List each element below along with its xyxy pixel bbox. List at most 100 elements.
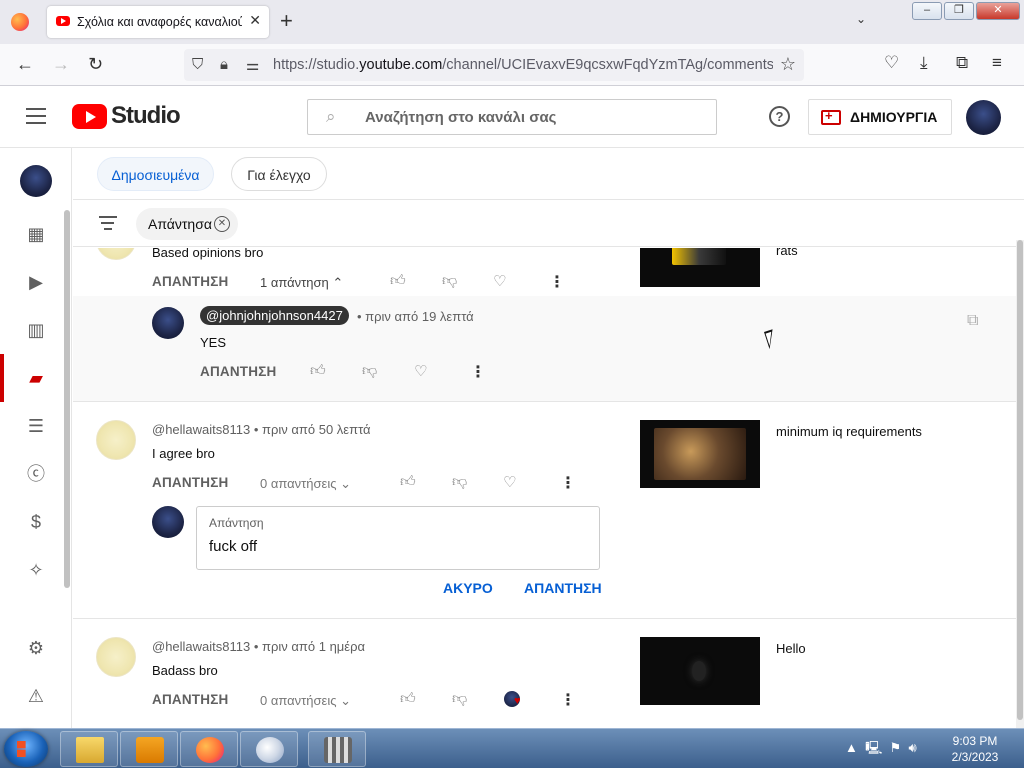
- url-bar[interactable]: ⛉ 🔒︎ ⚌ https://studio.youtube.com/channe…: [184, 49, 804, 81]
- submit-reply-button[interactable]: ΑΠΑΝΤΗΣΗ: [524, 580, 602, 596]
- bookmark-star-icon[interactable]: ☆: [780, 54, 796, 75]
- sidebar-item-feedback[interactable]: ⚠: [0, 672, 72, 720]
- taskbar-movie-maker[interactable]: [308, 731, 366, 767]
- open-external-icon[interactable]: ⧉: [967, 312, 978, 330]
- more-options-icon[interactable]: ⋮: [470, 362, 486, 382]
- reply-button[interactable]: ΑΠΑΝΤΗΣΗ: [152, 475, 228, 490]
- video-title[interactable]: Hello: [776, 641, 806, 656]
- heart-icon[interactable]: ♡: [414, 362, 427, 380]
- dislike-icon[interactable]: 👎︎: [452, 473, 467, 491]
- replies-toggle[interactable]: 0 απαντήσεις ⌄: [260, 693, 351, 709]
- tab-review[interactable]: Για έλεγχο: [231, 157, 327, 191]
- tab-list-chevron-icon[interactable]: ⌄: [856, 12, 866, 26]
- reply-input-value[interactable]: fuck off: [209, 538, 257, 555]
- video-thumbnail[interactable]: [640, 420, 760, 488]
- reply-button[interactable]: ΑΠΑΝΤΗΣΗ: [200, 364, 276, 379]
- video-title[interactable]: minimum iq requirements: [776, 424, 922, 439]
- filter-chip[interactable]: Απάντησα ✕: [136, 208, 238, 240]
- channel-search-input[interactable]: ⌕ Αναζήτηση στο κανάλι σας: [307, 99, 717, 135]
- cancel-button[interactable]: ΑΚΥΡΟ: [443, 580, 493, 596]
- dislike-icon[interactable]: 👎︎: [442, 272, 457, 290]
- taskbar-explorer[interactable]: [60, 731, 118, 767]
- video-thumbnail[interactable]: [640, 248, 760, 287]
- heart-icon[interactable]: ♡: [493, 272, 506, 290]
- more-options-icon[interactable]: ⋮: [549, 272, 565, 292]
- extensions-icon[interactable]: ⧉: [956, 53, 968, 73]
- comment-text: I agree bro: [152, 446, 215, 461]
- replies-toggle[interactable]: 0 απαντήσεις ⌄: [260, 476, 351, 492]
- hamburger-menu-icon[interactable]: [26, 108, 46, 124]
- remove-filter-icon[interactable]: ✕: [214, 216, 230, 232]
- more-options-icon[interactable]: ⋮: [560, 690, 576, 710]
- start-button[interactable]: [4, 731, 48, 767]
- tab-close-icon[interactable]: ✕: [249, 12, 261, 29]
- help-icon[interactable]: ?: [769, 106, 790, 127]
- sidebar-item-earn[interactable]: $: [0, 498, 72, 546]
- like-icon[interactable]: 👍︎: [390, 272, 406, 290]
- more-options-icon[interactable]: ⋮: [560, 473, 576, 493]
- dislike-icon[interactable]: 👎︎: [362, 362, 377, 380]
- sidebar-item-dashboard[interactable]: ▦: [0, 210, 72, 258]
- reply-avatar[interactable]: [152, 307, 184, 339]
- sidebar-item-customization[interactable]: ✧: [0, 546, 72, 594]
- taskbar-clock[interactable]: 9:03 PM 2/3/2023: [940, 733, 1010, 765]
- create-video-icon: [821, 108, 841, 125]
- reload-icon[interactable]: ↻: [88, 54, 103, 74]
- page-scrollbar[interactable]: [1016, 240, 1024, 728]
- reply-input[interactable]: Απάντηση fuck off: [196, 506, 600, 570]
- replies-toggle[interactable]: 1 απάντηση ⌃: [260, 275, 343, 291]
- permissions-icon[interactable]: ⚌: [246, 56, 259, 74]
- comment-avatar[interactable]: [96, 248, 136, 260]
- browser-tab[interactable]: Σχόλια και αναφορές καναλιού ✕: [47, 6, 269, 38]
- sidebar-item-content[interactable]: ▶: [0, 258, 72, 306]
- create-button[interactable]: ΔΗΜΙΟΥΡΓΙΑ: [808, 99, 952, 135]
- sidebar-item-copyright[interactable]: ⓒ: [0, 450, 72, 498]
- comment-avatar[interactable]: [96, 420, 136, 460]
- sidebar-item-subtitles[interactable]: ☰: [0, 402, 72, 450]
- video-title[interactable]: rats: [776, 248, 798, 258]
- system-tray[interactable]: ▲ 🖳 ⚑ 🔊︎: [845, 739, 917, 761]
- lock-icon[interactable]: 🔒︎: [220, 56, 228, 73]
- menu-icon[interactable]: ≡: [992, 53, 1002, 73]
- url-text[interactable]: https://studio.youtube.com/channel/UCIEv…: [273, 57, 773, 73]
- sidebar-item-analytics[interactable]: ▥: [0, 306, 72, 354]
- new-tab-button[interactable]: +: [280, 9, 293, 33]
- media-player-icon: [136, 737, 164, 763]
- sidebar-scrollbar[interactable]: [64, 210, 70, 588]
- video-thumbnail[interactable]: [640, 637, 760, 705]
- heart-icon[interactable]: ♡: [503, 473, 516, 491]
- dislike-icon[interactable]: 👎︎: [452, 690, 467, 708]
- taskbar-media-player[interactable]: [120, 731, 178, 767]
- minimize-button[interactable]: –: [912, 2, 942, 20]
- comment-author[interactable]: @hellawaits8113 • πριν από 50 λεπτά: [152, 422, 371, 437]
- reply-author-badge[interactable]: @johnjohnjohnson4427: [200, 306, 349, 325]
- sidebar-item-settings[interactable]: ⚙: [0, 624, 72, 672]
- reply-button[interactable]: ΑΠΑΝΤΗΣΗ: [152, 692, 228, 707]
- downloads-icon[interactable]: ⤓: [920, 53, 928, 73]
- sidebar-item-comments[interactable]: ▰: [0, 354, 72, 402]
- forward-arrow-icon[interactable]: →: [52, 54, 70, 74]
- back-arrow-icon[interactable]: ←: [16, 54, 34, 74]
- comment-avatar[interactable]: [96, 637, 136, 677]
- like-icon[interactable]: 👍︎: [310, 362, 326, 380]
- youtube-logo-icon[interactable]: [72, 104, 107, 129]
- content-play-icon: ▶: [29, 272, 43, 292]
- tab-published[interactable]: Δημοσιευμένα: [97, 157, 214, 191]
- like-icon[interactable]: 👍︎: [400, 690, 416, 708]
- creator-heart-icon[interactable]: [504, 691, 521, 707]
- account-avatar[interactable]: [966, 100, 1001, 135]
- like-icon[interactable]: 👍︎: [400, 473, 416, 491]
- maximize-button[interactable]: ❐: [944, 2, 974, 20]
- shield-icon[interactable]: ⛉: [192, 56, 203, 73]
- comment-author[interactable]: @hellawaits8113 • πριν από 1 ημέρα: [152, 639, 365, 654]
- taskbar-firefox[interactable]: [180, 731, 238, 767]
- close-window-button[interactable]: ✕: [976, 2, 1020, 20]
- filter-chip-label: Απάντησα: [148, 216, 212, 232]
- filter-icon[interactable]: [99, 216, 117, 234]
- reply-button[interactable]: ΑΠΑΝΤΗΣΗ: [152, 274, 228, 289]
- pocket-icon[interactable]: ♡: [884, 53, 899, 73]
- taskbar-paint[interactable]: [240, 731, 298, 767]
- studio-logo-text[interactable]: Studio: [111, 102, 181, 130]
- channel-avatar[interactable]: [20, 165, 52, 197]
- dollar-icon: $: [30, 512, 41, 532]
